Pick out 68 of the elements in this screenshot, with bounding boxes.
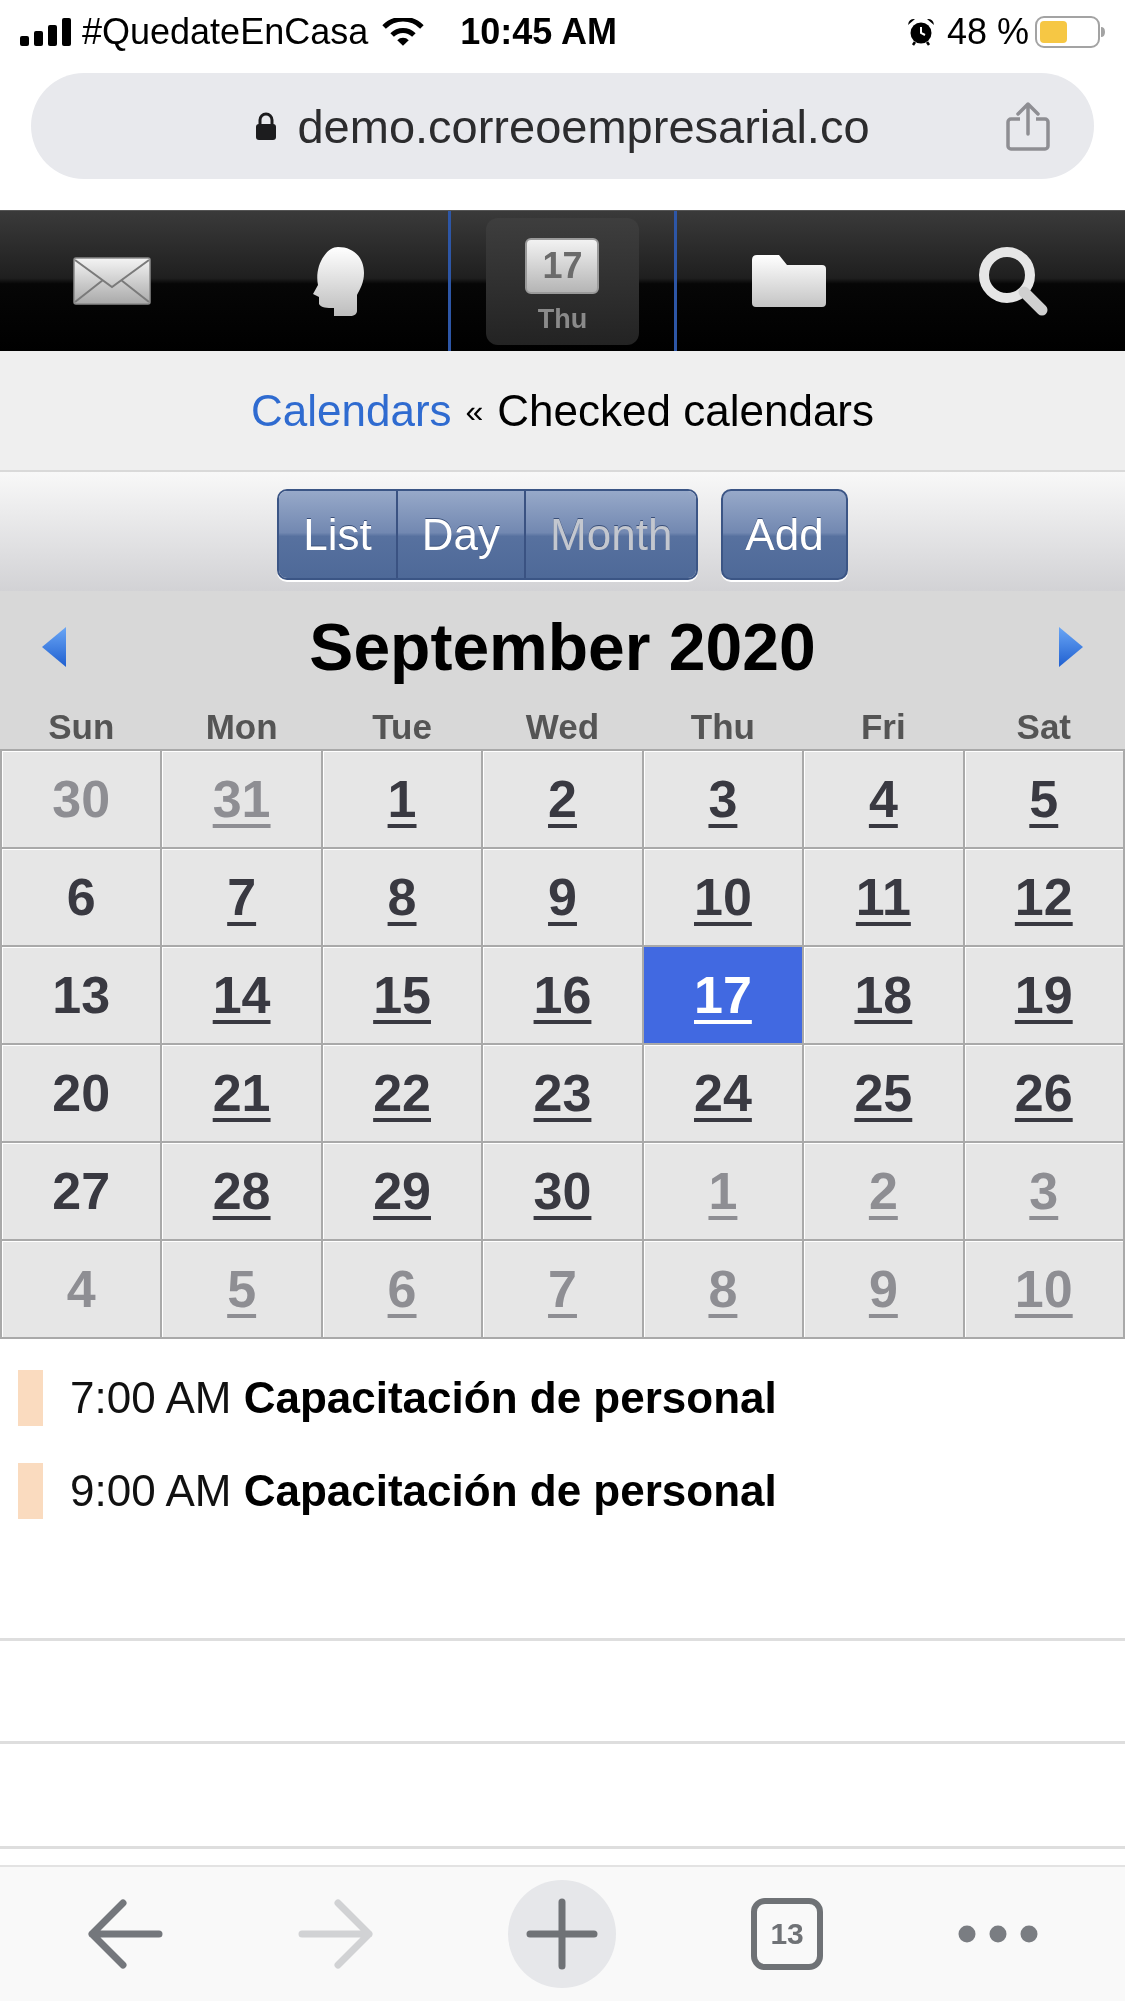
wifi-icon — [382, 17, 425, 47]
weekday-header: Tue — [372, 708, 432, 744]
event-entry[interactable]: 9:00 AM Capacitación de personal — [70, 1469, 777, 1513]
day-cell[interactable]: 4 — [804, 751, 963, 847]
day-cell[interactable]: 29 — [322, 1143, 482, 1239]
day-cell[interactable]: 14 — [162, 947, 321, 1043]
right-triangle-icon — [1059, 627, 1083, 667]
signal-icon — [20, 18, 72, 46]
day-cell[interactable]: 7 — [162, 849, 321, 945]
day-cell: 6 — [2, 849, 161, 945]
lock-icon — [255, 112, 278, 140]
weekday-header: Fri — [861, 708, 906, 744]
envelope-icon — [72, 257, 151, 305]
day-cell[interactable]: 11 — [804, 849, 963, 945]
battery-percent: 48 % — [946, 14, 1029, 50]
view-button[interactable]: Day — [395, 491, 525, 578]
weekday-header: Sat — [1016, 708, 1071, 744]
view-button[interactable]: List — [279, 491, 396, 578]
weekday-header: Thu — [690, 708, 755, 744]
tabs-button[interactable]: 13 — [751, 1898, 824, 1970]
day-cell[interactable]: 17 — [643, 947, 803, 1043]
day-cell[interactable]: 5 — [964, 751, 1123, 847]
weekday-header: Sun — [48, 708, 115, 744]
event-entry[interactable]: 7:00 AM Capacitación de personal — [70, 1376, 777, 1420]
carrier-name: #QuedateEnCasa — [82, 14, 369, 50]
day-cell[interactable]: 3 — [643, 751, 803, 847]
address-bar[interactable]: demo.correoempresarial.co — [31, 73, 1094, 179]
folder-icon — [751, 254, 828, 308]
alarm-clock-icon — [906, 18, 935, 46]
day-cell[interactable]: 15 — [322, 947, 482, 1043]
day-cell[interactable]: 22 — [322, 1045, 482, 1141]
day-cell[interactable]: 28 — [162, 1143, 321, 1239]
day-cell: 4 — [2, 1241, 161, 1337]
day-cell[interactable]: 10 — [643, 849, 803, 945]
day-cell[interactable]: 16 — [483, 947, 642, 1043]
day-cell[interactable]: 30 — [483, 1143, 642, 1239]
more-dots-icon[interactable] — [957, 1925, 1038, 1943]
day-cell: 30 — [2, 751, 161, 847]
date-tile: 17 — [525, 237, 600, 294]
share-icon — [1006, 101, 1050, 151]
search-icon — [978, 246, 1049, 316]
battery-icon — [1035, 16, 1105, 48]
day-cell[interactable]: 12 — [964, 849, 1123, 945]
calendars-link[interactable]: Calendars — [251, 388, 452, 433]
day-cell[interactable]: 1 — [322, 751, 482, 847]
day-cell[interactable]: 9 — [483, 849, 642, 945]
day-cell[interactable]: 23 — [483, 1045, 642, 1141]
weekday-header: Mon — [205, 708, 278, 744]
day-cell: 27 — [2, 1143, 161, 1239]
day-cell[interactable]: 18 — [804, 947, 963, 1043]
day-cell[interactable]: 8 — [322, 849, 482, 945]
plus-icon — [526, 1898, 599, 1970]
day-cell[interactable]: 19 — [964, 947, 1123, 1043]
day-cell[interactable]: 2 — [483, 751, 642, 847]
day-cell[interactable]: 25 — [804, 1045, 963, 1141]
day-cell[interactable]: 26 — [964, 1045, 1123, 1141]
weekday-label: Thu — [537, 305, 588, 333]
day-cell[interactable]: 21 — [162, 1045, 321, 1141]
add-button[interactable]: Add — [721, 489, 848, 580]
day-cell: 13 — [2, 947, 161, 1043]
day-cell: 20 — [2, 1045, 161, 1141]
left-triangle-icon — [42, 627, 66, 667]
clock-time: 10:45 AM — [460, 14, 617, 50]
breadcrumb-separator: « — [465, 394, 484, 427]
back-arrow-icon[interactable] — [87, 1899, 164, 1969]
breadcrumb-current: Checked calendars — [497, 388, 874, 433]
weekday-header: Wed — [525, 708, 600, 744]
day-cell[interactable]: 24 — [643, 1045, 803, 1141]
